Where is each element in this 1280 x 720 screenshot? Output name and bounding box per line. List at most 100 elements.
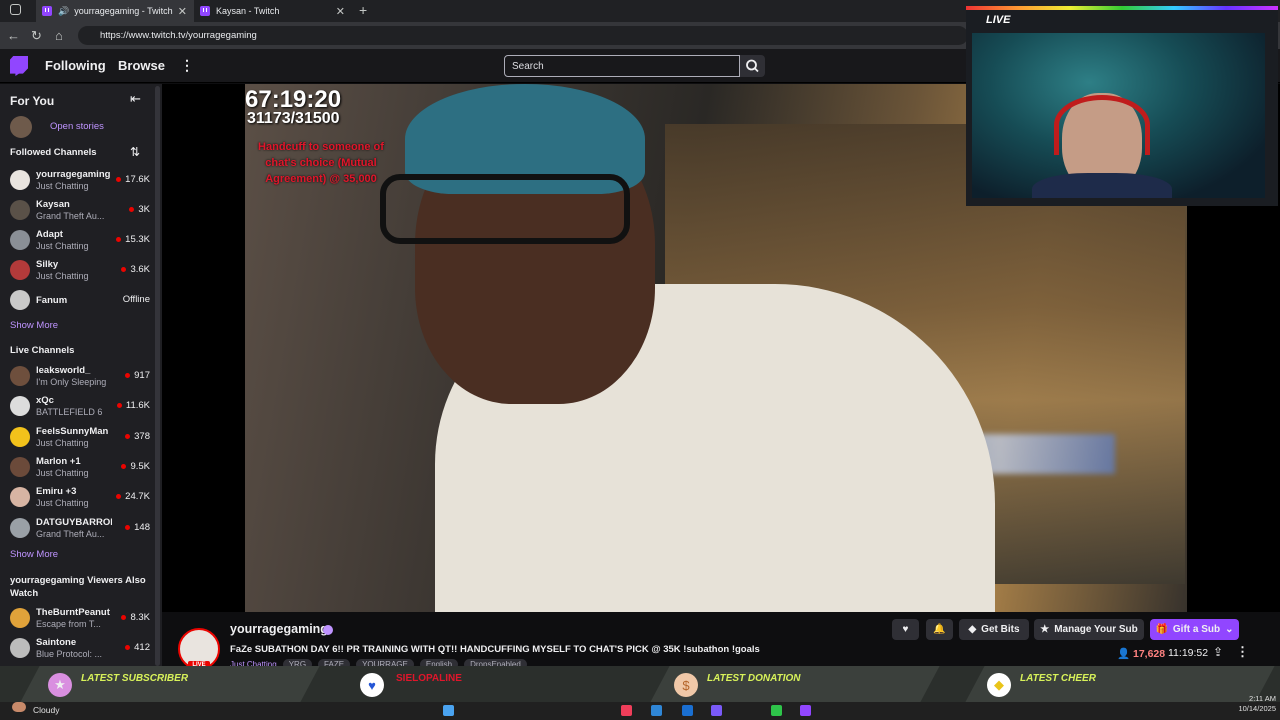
channel-viewers: 3.6K (121, 264, 150, 275)
close-tab-icon[interactable]: ✕ (336, 5, 345, 18)
channel-avatar (10, 290, 30, 310)
channel-avatar (10, 396, 30, 417)
live-channel-row[interactable]: DATGUYBARRON Grand Theft Au... 148 (10, 516, 150, 542)
app-icon[interactable] (651, 705, 662, 716)
gift-sub-button[interactable]: 🎁 Gift a Sub ⌄ (1150, 619, 1239, 640)
weather-icon (12, 702, 26, 712)
taskbar-clock[interactable]: 2:11 AM 10/14/2025 (1226, 694, 1276, 714)
channel-viewers: 11.6K (117, 400, 150, 411)
sort-icon[interactable]: ⇅ (130, 145, 140, 159)
back-icon[interactable]: ← (7, 28, 20, 43)
viewer-count: 👤 17,628 (1117, 647, 1165, 660)
channel-name: TheBurntPeanut (36, 607, 110, 618)
stories-avatar[interactable] (10, 116, 32, 138)
followed-channels-heading: Followed Channels (10, 147, 97, 158)
followed-channel-row[interactable]: Silky Just Chatting 3.6K (10, 258, 150, 284)
tab-title: yourragegaming - Twitch (74, 6, 173, 16)
tab-kaysan[interactable]: Kaysan - Twitch ✕ (194, 0, 352, 22)
follow-heart-button[interactable]: ♥ (892, 619, 919, 640)
channel-viewers: 148 (125, 522, 150, 533)
app-icon[interactable] (800, 705, 811, 716)
new-tab-icon[interactable]: + (359, 2, 367, 18)
rainbow-strip (966, 6, 1278, 10)
channel-name: FeelsSunnyMan (36, 425, 109, 437)
sidebar-scrollbar[interactable] (155, 86, 160, 666)
manage-sub-button[interactable]: ★ Manage Your Sub (1034, 619, 1144, 640)
streamer-name[interactable]: yourragegaming (230, 622, 328, 636)
app-icon[interactable] (711, 705, 722, 716)
goal-text: Handcuff to someone of chat's choice (Mu… (258, 141, 384, 185)
live-channel-row[interactable]: xQc BATTLEFIELD 6 11.6K (10, 394, 150, 420)
live-channel-row[interactable]: Emiru +3 Just Chatting 24.7K (10, 485, 150, 511)
home-icon[interactable]: ⌂ (55, 28, 63, 43)
followed-channel-row[interactable]: Fanum Offline (10, 288, 150, 314)
latest-cheer-label: LATEST CHEER (1020, 673, 1096, 684)
music-app-icon[interactable] (621, 705, 632, 716)
close-tab-icon[interactable]: ✕ (178, 5, 187, 18)
star-icon: ★ (1040, 624, 1050, 635)
channel-name: Fanum (36, 295, 68, 306)
live-channels-heading: Live Channels (10, 345, 75, 356)
donation-dollar-icon: $ (674, 673, 698, 697)
collapse-sidebar-icon[interactable]: ⇤ (130, 91, 141, 107)
channel-avatar (10, 260, 30, 280)
search-icon (746, 59, 759, 73)
channel-name: xQc (36, 395, 54, 407)
channel-viewers: 3K (129, 204, 150, 215)
tab-yourragegaming[interactable]: 🔊 yourragegaming - Twitch ✕ (36, 0, 194, 22)
channel-game: Just Chatting (36, 437, 89, 448)
channel-avatar (10, 487, 30, 508)
followed-channel-row[interactable]: Kaysan Grand Theft Au... 3K (10, 198, 150, 224)
reload-icon[interactable]: ↻ (31, 28, 42, 44)
also-watch-channel-row[interactable]: Saintone Blue Protocol: ... 412 (10, 636, 150, 662)
channel-avatar (10, 366, 30, 386)
start-icon[interactable] (443, 705, 454, 716)
window-menu-icon[interactable] (10, 4, 21, 15)
search-input[interactable] (504, 55, 740, 77)
for-you-heading: For You (10, 94, 55, 108)
show-more-followed[interactable]: Show More (10, 320, 58, 331)
url-field[interactable]: https://www.twitch.tv/yourragegaming (78, 26, 968, 45)
webcam-hoodie (1032, 173, 1172, 198)
more-options-icon[interactable]: ⋮ (1236, 644, 1249, 660)
channel-name: Emiru +3 (36, 486, 77, 498)
app-icon[interactable] (682, 705, 693, 716)
live-channel-row[interactable]: leaksworld_ I'm Only Sleeping 917 (10, 364, 150, 390)
followed-channel-row[interactable]: yourragegaming Just Chatting 17.6K (10, 168, 150, 194)
speaker-icon[interactable]: 🔊 (58, 6, 69, 17)
channel-avatar (10, 456, 30, 477)
channel-avatar (10, 426, 30, 447)
search-button[interactable] (740, 55, 765, 77)
following-link[interactable]: Following (45, 58, 106, 73)
latest-subscriber-label: LATEST SUBSCRIBER (81, 673, 189, 684)
channel-avatar (10, 517, 30, 538)
open-stories-link[interactable]: Open stories (50, 121, 104, 132)
twitch-favicon-icon (200, 6, 210, 16)
channel-viewers: 9.5K (121, 461, 150, 472)
channel-name: Marlon +1 (36, 455, 81, 467)
latest-donation-label: LATEST DONATION (707, 673, 801, 684)
channel-viewers: 24.7K (116, 491, 150, 502)
channel-avatar (10, 608, 30, 628)
channel-game: Grand Theft Au... (36, 528, 105, 539)
channel-game: Blue Protocol: ... (36, 649, 103, 659)
app-icon[interactable] (771, 705, 782, 716)
notifications-button[interactable]: 🔔 (926, 619, 953, 640)
also-watch-channel-row[interactable]: TheBurntPeanut Escape from T... 8.3K (10, 606, 150, 632)
show-more-live[interactable]: Show More (10, 549, 58, 560)
channel-viewers: 8.3K (121, 612, 150, 623)
live-channel-row[interactable]: Marlon +1 Just Chatting 9.5K (10, 455, 150, 481)
channel-name: leaksworld_ (36, 365, 91, 376)
channel-game: Grand Theft Au... (36, 211, 105, 221)
sidebar: For You ⇤ Open stories Followed Channels… (0, 84, 162, 666)
windows-taskbar (0, 702, 1280, 720)
cheer-diamond-icon: ◆ (987, 673, 1011, 697)
followed-channel-row[interactable]: Adapt Just Chatting 15.3K (10, 228, 150, 254)
live-channel-row[interactable]: FeelsSunnyMan Just Chatting 378 (10, 425, 150, 451)
channel-game: Escape from T... (36, 619, 101, 629)
more-menu-icon[interactable]: ⋮ (180, 57, 194, 74)
bits-icon: ◆ (968, 624, 977, 635)
get-bits-button[interactable]: ◆ Get Bits (959, 619, 1029, 640)
share-icon[interactable]: ⇪ (1213, 645, 1223, 659)
browse-link[interactable]: Browse (118, 58, 165, 73)
